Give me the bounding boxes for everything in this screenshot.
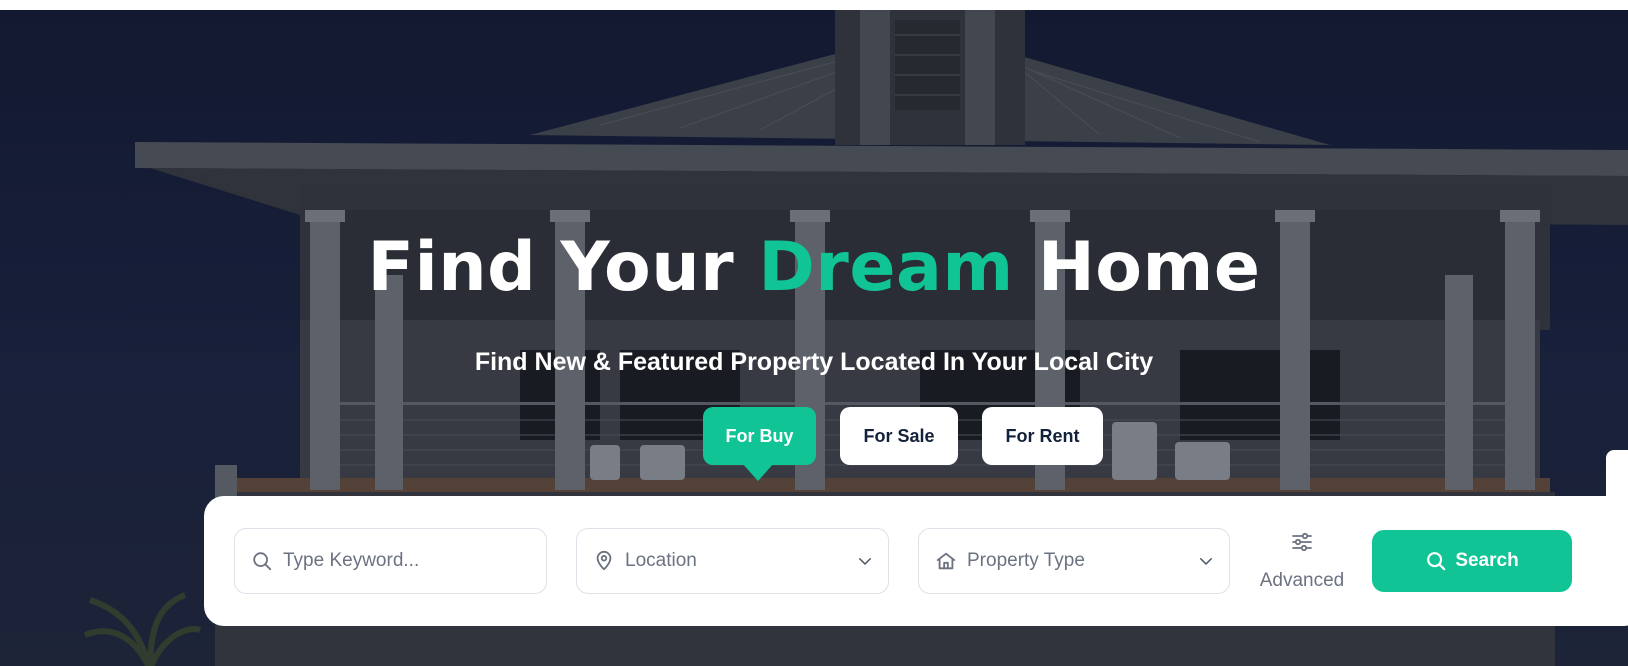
location-select[interactable]: Location — [576, 528, 889, 594]
search-icon — [251, 550, 273, 572]
keyword-input[interactable] — [283, 550, 546, 572]
hero-title: Find Your Dream Home — [0, 228, 1628, 307]
active-tab-caret — [742, 463, 774, 481]
hero-title-part1: Find Your — [367, 228, 759, 307]
tab-for-buy[interactable]: For Buy — [703, 407, 816, 465]
home-icon — [935, 550, 957, 572]
tab-for-sale[interactable]: For Sale — [840, 407, 958, 465]
chevron-down-icon — [1197, 552, 1215, 570]
advanced-filters-button[interactable]: Advanced — [1254, 530, 1350, 592]
sliders-icon — [1290, 530, 1314, 560]
advanced-label: Advanced — [1259, 570, 1345, 591]
hero-title-part2: Home — [1013, 228, 1261, 307]
property-type-select-label: Property Type — [967, 550, 1085, 571]
location-select-label: Location — [625, 550, 697, 571]
map-pin-icon — [593, 550, 615, 572]
search-icon — [1427, 552, 1446, 571]
search-panel: Location Property Type Advanced Search — [204, 496, 1628, 626]
chevron-down-icon — [856, 552, 874, 570]
keyword-field — [234, 528, 547, 594]
property-type-select[interactable]: Property Type — [918, 528, 1230, 594]
hero-subtitle: Find New & Featured Property Located In … — [474, 348, 1154, 376]
search-button-label: Search — [1455, 550, 1519, 571]
tab-for-rent[interactable]: For Rent — [982, 407, 1103, 465]
hero-title-accent: Dream — [758, 228, 1014, 307]
search-button[interactable]: Search — [1372, 530, 1572, 592]
